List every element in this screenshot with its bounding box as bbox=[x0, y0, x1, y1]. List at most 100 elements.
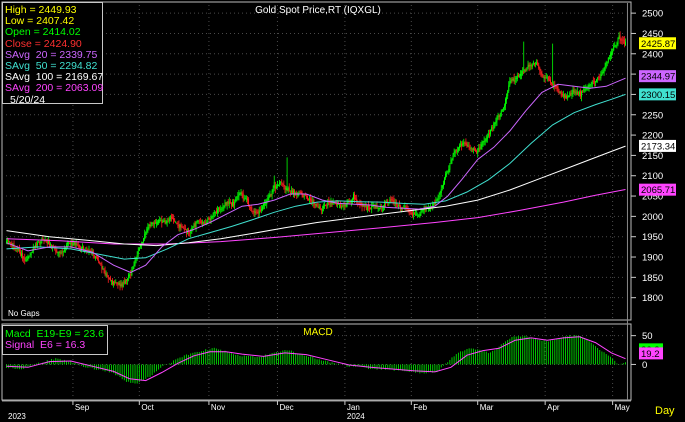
candle bbox=[305, 193, 307, 199]
candle-body bbox=[25, 260, 27, 262]
price-tick-label: 2250 bbox=[642, 110, 663, 121]
candle bbox=[200, 219, 202, 225]
candle-body bbox=[460, 144, 462, 146]
candle bbox=[374, 204, 376, 210]
candle-body bbox=[245, 198, 247, 200]
candle bbox=[281, 179, 283, 187]
candle-body bbox=[600, 74, 602, 79]
candle bbox=[498, 114, 500, 121]
candle-body bbox=[37, 242, 39, 246]
candle-body bbox=[463, 142, 465, 144]
candle bbox=[132, 265, 134, 272]
candle-body bbox=[497, 115, 499, 117]
candle-body bbox=[228, 201, 230, 204]
candle-body bbox=[21, 253, 23, 256]
candle-body bbox=[531, 64, 533, 67]
candle-body bbox=[103, 269, 105, 271]
candle bbox=[542, 73, 544, 78]
candle bbox=[150, 221, 152, 228]
candle bbox=[457, 146, 459, 153]
candle bbox=[584, 85, 586, 93]
candle bbox=[320, 208, 322, 215]
candle bbox=[101, 261, 103, 274]
candle-body bbox=[145, 231, 147, 235]
candle-body bbox=[572, 89, 574, 94]
candle-body bbox=[357, 202, 359, 204]
candle-body bbox=[447, 171, 449, 173]
candle bbox=[261, 205, 263, 212]
candle bbox=[214, 211, 216, 217]
candle bbox=[169, 215, 171, 222]
candle-body bbox=[181, 226, 183, 228]
candle bbox=[441, 185, 443, 191]
candle bbox=[344, 201, 346, 210]
candle-body bbox=[361, 203, 363, 208]
candle-body bbox=[555, 86, 557, 87]
candle-body bbox=[49, 244, 51, 246]
candle bbox=[613, 43, 615, 52]
candle bbox=[501, 108, 503, 113]
candle bbox=[312, 196, 314, 207]
candle bbox=[133, 261, 135, 269]
candle bbox=[462, 140, 464, 147]
candle-body bbox=[620, 38, 622, 41]
candle-body bbox=[281, 182, 283, 184]
candle bbox=[129, 273, 131, 279]
candle bbox=[166, 217, 168, 227]
candle bbox=[223, 205, 225, 212]
candle-body bbox=[308, 199, 309, 200]
candle-body bbox=[364, 205, 366, 207]
candle bbox=[259, 206, 261, 213]
candle-body bbox=[109, 277, 111, 281]
candle-body bbox=[306, 195, 308, 200]
candle-body bbox=[522, 71, 524, 75]
candle-body bbox=[377, 207, 379, 209]
candle-body bbox=[176, 222, 178, 224]
candle bbox=[108, 277, 110, 280]
candle-body bbox=[198, 220, 200, 222]
time-unit-label: Day bbox=[655, 405, 675, 417]
candle-body bbox=[197, 220, 199, 222]
candle-body bbox=[155, 222, 157, 224]
candle-body bbox=[566, 95, 568, 98]
candle-body bbox=[545, 77, 547, 79]
candle bbox=[199, 217, 201, 224]
candle-body bbox=[465, 142, 467, 146]
candle-body bbox=[589, 85, 591, 87]
candle-body bbox=[354, 193, 356, 199]
candle-body bbox=[180, 224, 182, 227]
candle bbox=[170, 213, 172, 222]
candle-body bbox=[244, 198, 246, 200]
candle-body bbox=[192, 227, 194, 229]
candle-body bbox=[285, 188, 287, 191]
candle-body bbox=[299, 192, 301, 194]
candle bbox=[590, 81, 592, 88]
candle bbox=[212, 212, 214, 220]
candle bbox=[76, 242, 78, 247]
candle bbox=[369, 204, 371, 213]
candle bbox=[204, 220, 206, 225]
candle-body bbox=[212, 213, 214, 217]
candle-body bbox=[120, 284, 122, 286]
month-label: Oct bbox=[141, 403, 154, 412]
candle bbox=[311, 197, 313, 205]
candle-body bbox=[491, 127, 493, 131]
price-tag: 2173.34 bbox=[639, 139, 676, 152]
price-tag: 2344.97 bbox=[639, 70, 676, 83]
candle bbox=[323, 203, 324, 212]
candle bbox=[229, 198, 231, 204]
candle bbox=[168, 216, 170, 224]
candle-body bbox=[106, 273, 108, 277]
candle-body bbox=[615, 45, 617, 47]
candle bbox=[350, 199, 352, 207]
candle bbox=[143, 237, 145, 244]
candle-body bbox=[482, 141, 484, 144]
candle bbox=[237, 192, 239, 201]
candle-body bbox=[513, 78, 515, 81]
candle bbox=[258, 206, 260, 217]
candle bbox=[547, 76, 549, 82]
candle-body bbox=[588, 84, 590, 88]
candle-body bbox=[367, 205, 369, 208]
candle bbox=[326, 203, 328, 209]
candle-body bbox=[200, 221, 202, 223]
